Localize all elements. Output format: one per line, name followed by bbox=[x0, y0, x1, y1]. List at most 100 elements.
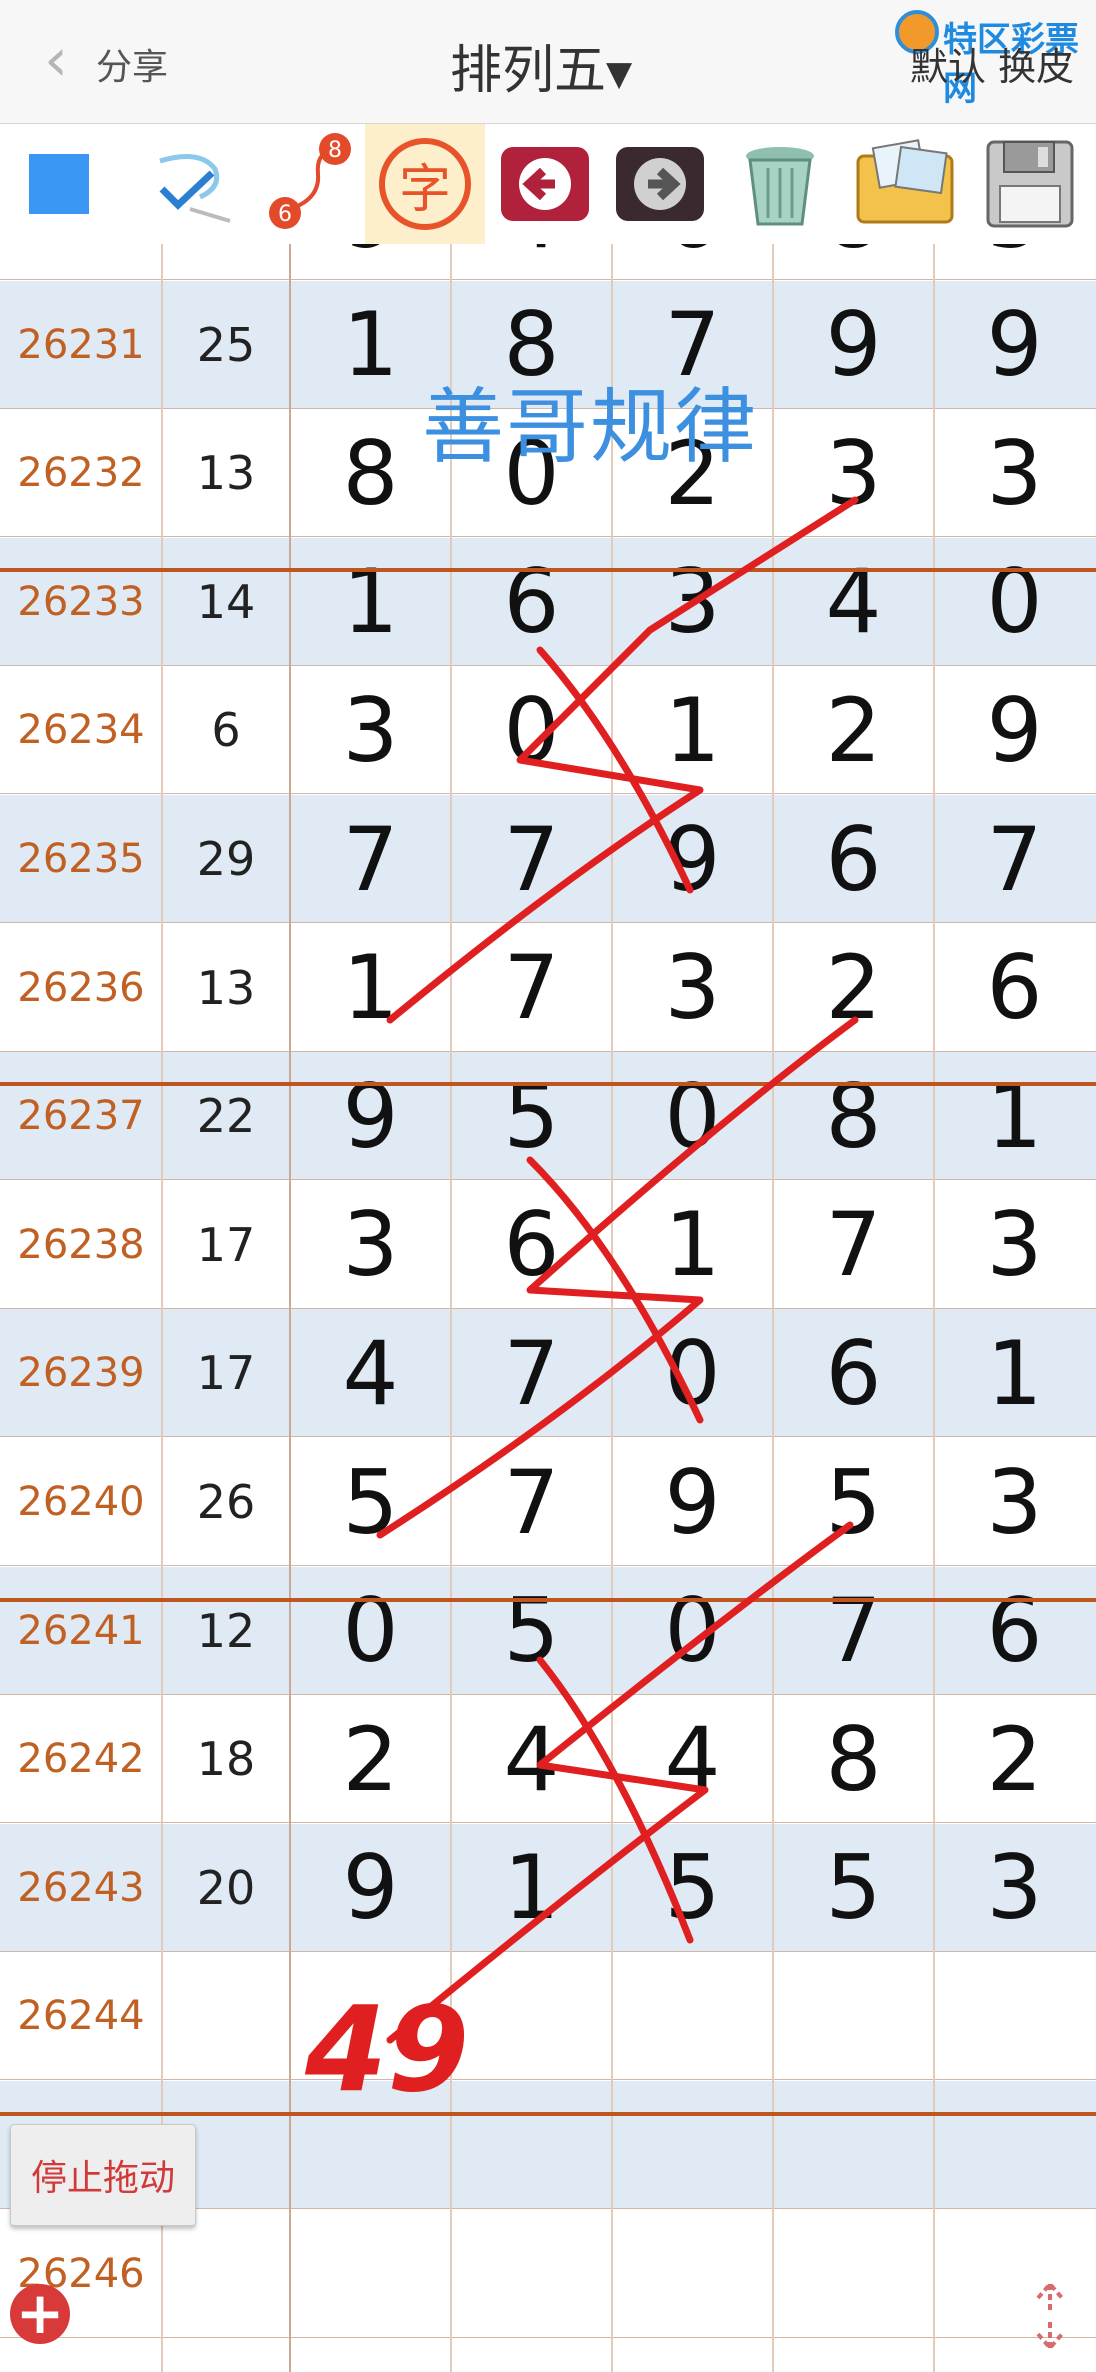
digit-cell-pos2[interactable] bbox=[451, 2081, 612, 2209]
digit-cell-pos4[interactable]: 8 bbox=[773, 1695, 934, 1823]
digit-cell-pos4[interactable]: 6 bbox=[773, 1309, 934, 1437]
digit-cell-pos4[interactable]: 2 bbox=[773, 924, 934, 1052]
digit-cell-pos1[interactable]: 2 bbox=[290, 1695, 451, 1823]
digit-cell-pos4[interactable]: 3 bbox=[773, 409, 934, 537]
digit-cell-pos3[interactable]: 4 bbox=[612, 1695, 773, 1823]
digit-cell-pos5[interactable]: 2 bbox=[934, 1695, 1095, 1823]
digit-cell-pos3[interactable]: 5 bbox=[612, 1824, 773, 1952]
digit-cell-pos1[interactable] bbox=[290, 2210, 451, 2338]
digit-cell-pos2[interactable]: 1 bbox=[451, 1824, 612, 1952]
digit-cell-pos1[interactable]: 9 bbox=[290, 1824, 451, 1952]
back-icon[interactable]: ‹ bbox=[26, 30, 86, 90]
digit-cell-pos3[interactable]: 6 bbox=[612, 244, 773, 280]
digit-cell-pos2[interactable] bbox=[451, 1952, 612, 2080]
digit-cell-pos4[interactable]: 9 bbox=[773, 281, 934, 409]
digit-cell-pos2[interactable]: 7 bbox=[451, 795, 612, 923]
digit-cell-pos1[interactable]: 1 bbox=[290, 924, 451, 1052]
digit-cell-pos5[interactable] bbox=[934, 2081, 1095, 2209]
digit-cell-pos2[interactable]: 6 bbox=[451, 538, 612, 666]
digit-cell-pos2[interactable]: 4 bbox=[451, 244, 612, 280]
digit-cell-pos3[interactable]: 0 bbox=[612, 1567, 773, 1695]
issue-number-cell: 26231 bbox=[17, 321, 145, 368]
digit-cell-pos4[interactable]: 7 bbox=[773, 1567, 934, 1695]
digit-cell-pos5[interactable]: 3 bbox=[934, 1438, 1095, 1566]
digit-cell-pos1[interactable]: 1 bbox=[290, 538, 451, 666]
up-down-arrows-icon[interactable] bbox=[1024, 2280, 1076, 2352]
digit-cell-pos2[interactable]: 0 bbox=[451, 666, 612, 794]
game-title-dropdown[interactable]: 排列五▼ bbox=[450, 28, 632, 103]
digit-cell-pos2[interactable] bbox=[451, 2210, 612, 2338]
digit-cell-pos4[interactable] bbox=[773, 2210, 934, 2338]
digit-cell-pos5[interactable]: 9 bbox=[934, 281, 1095, 409]
digit-cell-pos5[interactable]: 9 bbox=[934, 666, 1095, 794]
plus-icon[interactable]: + bbox=[10, 2284, 70, 2344]
issue-number-cell: 26244 bbox=[17, 1993, 145, 2040]
digit-cell-pos2[interactable]: 5 bbox=[451, 1052, 612, 1180]
stop-drag-button[interactable]: 停止拖动 bbox=[10, 2124, 196, 2226]
digit-cell-pos3[interactable]: 9 bbox=[612, 795, 773, 923]
skin-switch-button[interactable]: 默认 换皮 bbox=[910, 36, 1074, 91]
digit-cell-pos5[interactable]: 7 bbox=[934, 795, 1095, 923]
digit-cell-pos1[interactable]: 4 bbox=[290, 1309, 451, 1437]
digit-cell-pos1[interactable]: 3 bbox=[290, 1181, 451, 1309]
photo-gallery-icon[interactable] bbox=[845, 124, 965, 244]
digit-cell-pos3[interactable]: 3 bbox=[612, 538, 773, 666]
digit-cell-pos4[interactable]: 8 bbox=[773, 1052, 934, 1180]
digit-cell-pos3[interactable]: 3 bbox=[612, 924, 773, 1052]
digit-cell-pos4[interactable]: 8 bbox=[773, 244, 934, 280]
digit-cell-pos5[interactable]: 1 bbox=[934, 1052, 1095, 1180]
column-divider bbox=[933, 244, 935, 2372]
digit-cell-pos5[interactable]: 1 bbox=[934, 1309, 1095, 1437]
digit-cell-pos4[interactable]: 7 bbox=[773, 1181, 934, 1309]
digit-cell-pos1[interactable] bbox=[290, 1952, 451, 2080]
curve-6-8-icon[interactable]: 6 8 bbox=[255, 124, 365, 244]
digit-cell-pos1[interactable]: 7 bbox=[290, 795, 451, 923]
digit-cell-pos3[interactable]: 1 bbox=[612, 666, 773, 794]
digit-cell-pos4[interactable] bbox=[773, 1952, 934, 2080]
color-square-icon[interactable] bbox=[0, 124, 118, 244]
undo-arrow-icon[interactable] bbox=[490, 124, 600, 244]
digit-cell-pos5[interactable]: 3 bbox=[934, 1824, 1095, 1952]
digit-cell-pos2[interactable]: 5 bbox=[451, 1567, 612, 1695]
digit-cell-pos2[interactable]: 7 bbox=[451, 1438, 612, 1566]
digit-cell-pos5[interactable]: 3 bbox=[934, 1181, 1095, 1309]
digit-cell-pos2[interactable]: 7 bbox=[451, 1309, 612, 1437]
digit-cell-pos4[interactable]: 5 bbox=[773, 1438, 934, 1566]
group-separator bbox=[0, 2112, 1096, 2116]
digit-cell-pos5[interactable]: 6 bbox=[934, 924, 1095, 1052]
digit-cell-pos4[interactable]: 6 bbox=[773, 795, 934, 923]
text-zi-icon[interactable]: 字 bbox=[365, 124, 485, 244]
digit-cell-pos3[interactable] bbox=[612, 1952, 773, 2080]
digit-cell-pos3[interactable]: 0 bbox=[612, 1309, 773, 1437]
digit-cell-pos3[interactable]: 0 bbox=[612, 1052, 773, 1180]
digit-cell-pos4[interactable]: 4 bbox=[773, 538, 934, 666]
digit-cell-pos2[interactable]: 6 bbox=[451, 1181, 612, 1309]
digit-cell-pos1[interactable]: 0 bbox=[290, 1567, 451, 1695]
group-separator bbox=[0, 1082, 1096, 1086]
redo-arrow-icon[interactable] bbox=[605, 124, 715, 244]
digit-cell-pos4[interactable]: 5 bbox=[773, 1824, 934, 1952]
digit-cell-pos3[interactable] bbox=[612, 2210, 773, 2338]
digit-cell-pos1[interactable]: 9 bbox=[290, 244, 451, 280]
digit-cell-pos5[interactable]: 5 bbox=[934, 244, 1095, 280]
digit-cell-pos1[interactable]: 3 bbox=[290, 666, 451, 794]
table-row: 26234 6 3 0 1 2 9 bbox=[0, 666, 1096, 795]
digit-cell-pos5[interactable]: 6 bbox=[934, 1567, 1095, 1695]
digit-cell-pos2[interactable]: 4 bbox=[451, 1695, 612, 1823]
digit-cell-pos3[interactable] bbox=[612, 2081, 773, 2209]
digit-cell-pos3[interactable]: 9 bbox=[612, 1438, 773, 1566]
digit-cell-pos4[interactable]: 2 bbox=[773, 666, 934, 794]
digit-cell-pos5[interactable]: 3 bbox=[934, 409, 1095, 537]
trash-bin-icon[interactable] bbox=[720, 124, 840, 244]
share-button[interactable]: 分享 bbox=[96, 38, 168, 90]
floppy-save-icon[interactable] bbox=[970, 124, 1090, 244]
digit-cell-pos1[interactable]: 5 bbox=[290, 1438, 451, 1566]
digit-cell-pos1[interactable] bbox=[290, 2081, 451, 2209]
digit-cell-pos5[interactable]: 0 bbox=[934, 538, 1095, 666]
digit-cell-pos2[interactable]: 7 bbox=[451, 924, 612, 1052]
digit-cell-pos5[interactable] bbox=[934, 1952, 1095, 2080]
digit-cell-pos1[interactable]: 9 bbox=[290, 1052, 451, 1180]
digit-cell-pos3[interactable]: 1 bbox=[612, 1181, 773, 1309]
digit-cell-pos4[interactable] bbox=[773, 2081, 934, 2209]
pen-check-icon[interactable] bbox=[130, 124, 250, 244]
